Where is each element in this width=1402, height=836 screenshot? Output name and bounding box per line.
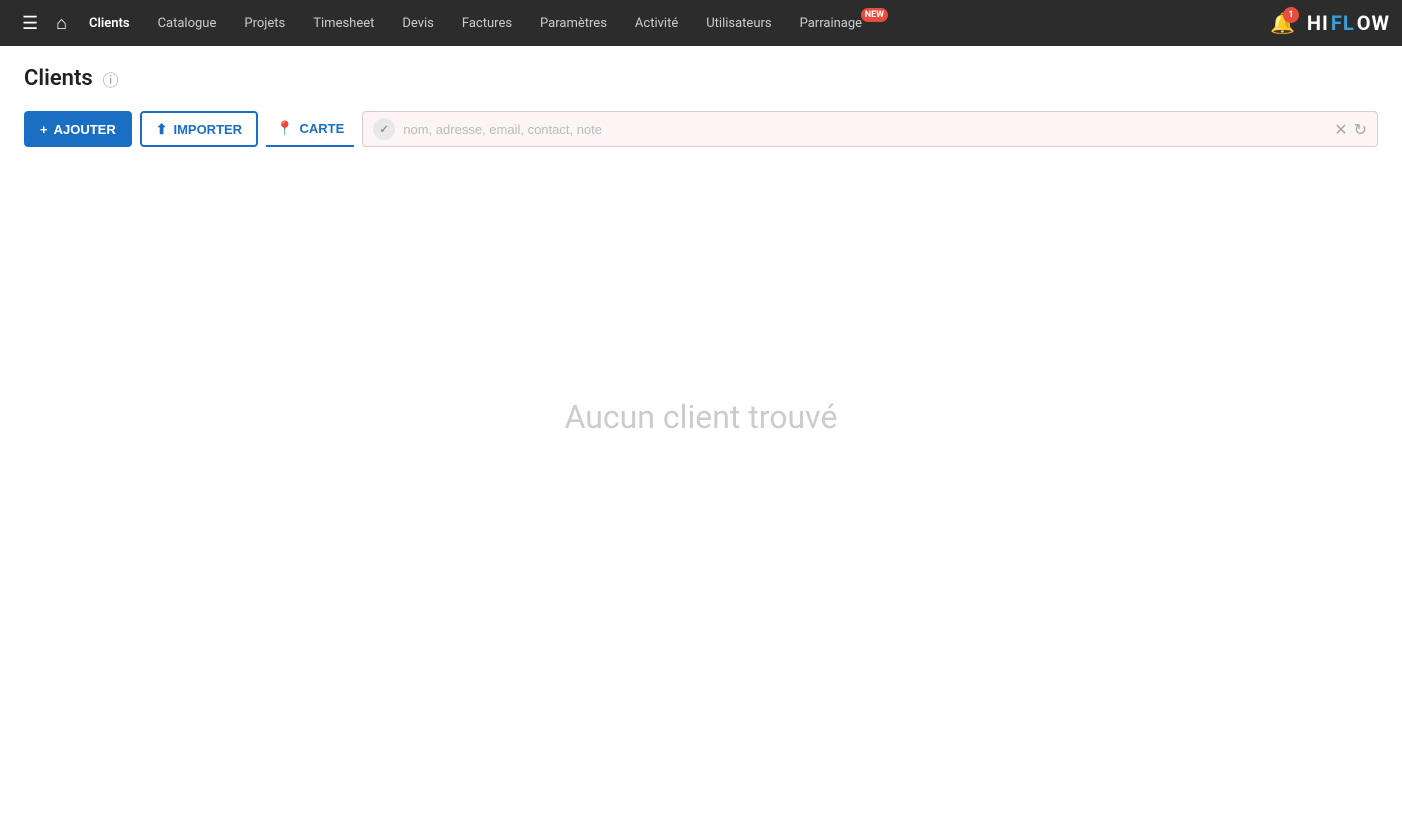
carte-button-label: CARTE — [300, 121, 345, 136]
plus-icon: + — [40, 122, 48, 137]
search-container: ✓ ✕ ↻ — [362, 111, 1378, 147]
search-input[interactable] — [403, 122, 1326, 137]
new-badge: NEW — [861, 8, 888, 22]
add-button[interactable]: + AJOUTER — [24, 111, 132, 147]
nav-item-projets[interactable]: Projets — [230, 0, 299, 46]
clear-search-icon[interactable]: ✕ — [1334, 120, 1347, 139]
nav-item-devis[interactable]: Devis — [388, 0, 448, 46]
page-header: Clients ⓘ — [24, 66, 1378, 91]
search-actions: ✕ ↻ — [1334, 120, 1367, 139]
toolbar: + AJOUTER ⬆ IMPORTER 📍 CARTE ✓ ✕ ↻ — [24, 111, 1378, 147]
refresh-search-icon[interactable]: ↻ — [1354, 120, 1367, 139]
nav-item-timesheet[interactable]: Timesheet — [299, 0, 388, 46]
filter-icon[interactable]: ✓ — [373, 118, 395, 140]
nav-right: 🔔 1 HIFLOW — [1270, 11, 1390, 35]
hamburger-menu[interactable]: ☰ — [12, 13, 48, 34]
nav-item-utilisateurs[interactable]: Utilisateurs — [692, 0, 785, 46]
add-button-label: AJOUTER — [54, 122, 116, 137]
import-button-label: IMPORTER — [173, 122, 242, 137]
nav-items: Clients Catalogue Projets Timesheet Devi… — [75, 0, 1270, 46]
logo-fl: FL — [1331, 11, 1355, 35]
notification-button[interactable]: 🔔 1 — [1270, 11, 1295, 35]
info-icon[interactable]: ⓘ — [103, 67, 119, 91]
import-icon: ⬆ — [156, 121, 168, 138]
map-pin-icon: 📍 — [276, 120, 293, 137]
nav-item-clients[interactable]: Clients — [75, 0, 144, 46]
nav-item-parrainage[interactable]: Parrainage NEW — [786, 0, 890, 46]
page-content: Clients ⓘ + AJOUTER ⬆ IMPORTER 📍 CARTE ✓… — [0, 46, 1402, 687]
carte-button[interactable]: 📍 CARTE — [266, 111, 354, 147]
empty-state: Aucun client trouvé — [24, 167, 1378, 667]
top-nav: ☰ ⌂ Clients Catalogue Projets Timesheet … — [0, 0, 1402, 46]
home-button[interactable]: ⌂ — [48, 13, 75, 34]
logo-hi: HI — [1307, 11, 1329, 35]
nav-item-activite[interactable]: Activité — [621, 0, 692, 46]
import-button[interactable]: ⬆ IMPORTER — [140, 111, 258, 147]
logo: HIFLOW — [1307, 11, 1390, 35]
page-title: Clients — [24, 66, 93, 91]
nav-item-parametres[interactable]: Paramètres — [526, 0, 621, 46]
logo-ow: OW — [1357, 11, 1390, 35]
notification-badge: 1 — [1283, 7, 1299, 23]
nav-item-catalogue[interactable]: Catalogue — [144, 0, 231, 46]
nav-item-factures[interactable]: Factures — [448, 0, 526, 46]
empty-message: Aucun client trouvé — [565, 398, 838, 436]
